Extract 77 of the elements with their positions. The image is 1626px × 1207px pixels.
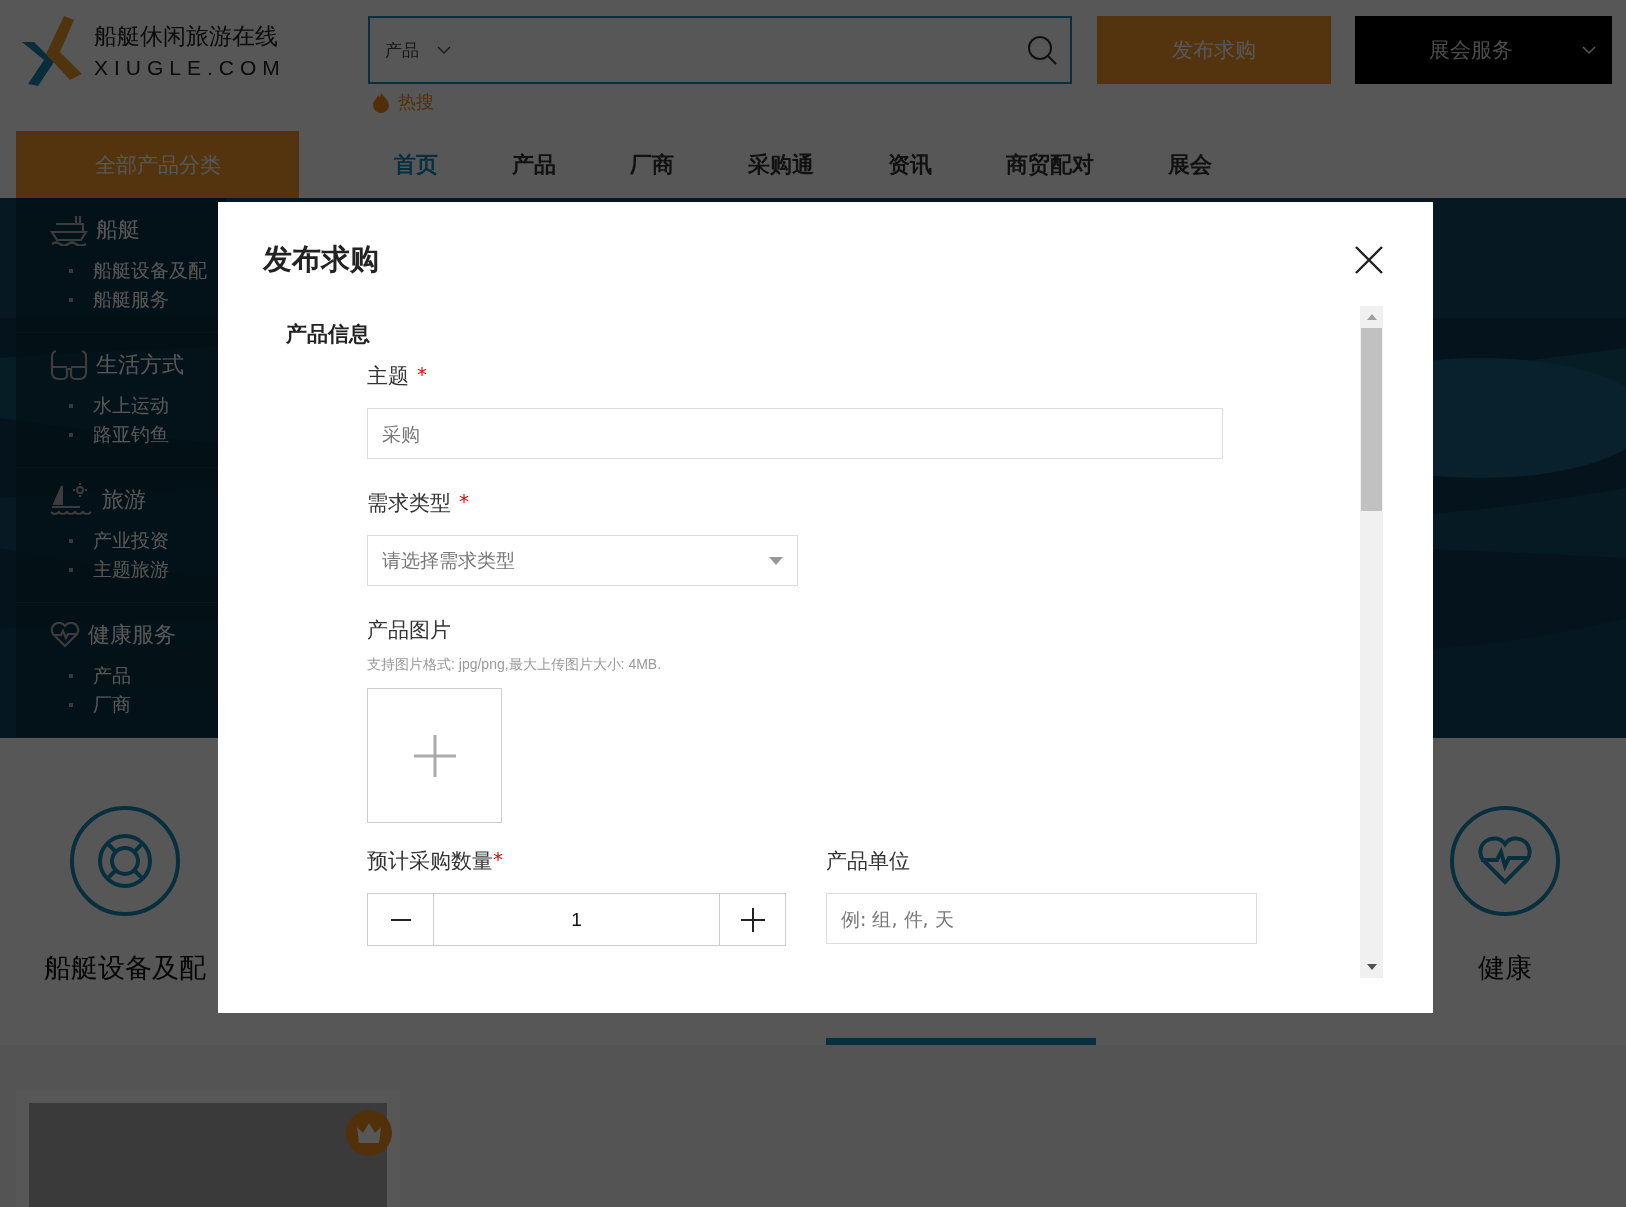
bullet-icon	[69, 673, 73, 678]
lifebuoy-icon	[97, 833, 153, 889]
unit-field[interactable]: 例: 组, 件, 天	[826, 893, 1257, 944]
nav-tab[interactable]: 厂商	[630, 149, 674, 180]
post-request-button[interactable]: 发布求购	[1097, 16, 1331, 84]
bullet-icon	[69, 297, 73, 302]
sidebar-category[interactable]: 旅游	[102, 485, 146, 515]
nav-tab[interactable]: 首页	[394, 149, 438, 180]
nav-tab[interactable]: 资讯	[888, 149, 932, 180]
bullet-icon	[69, 403, 73, 408]
search-category-dropdown[interactable]: 产品	[385, 38, 451, 62]
nav-tab[interactable]: 展会	[1168, 149, 1212, 180]
category-label[interactable]: 船艇设备及配	[44, 950, 206, 986]
category-label[interactable]: 健康	[1478, 950, 1532, 986]
category-icon[interactable]	[1450, 806, 1560, 916]
decrement-button[interactable]	[367, 893, 434, 946]
flame-icon	[372, 91, 390, 113]
boat-icon	[50, 214, 88, 246]
logo-title: 船艇休闲旅游在线	[94, 21, 279, 51]
section-heading: 产品信息	[286, 321, 371, 348]
nav-tab[interactable]: 采购通	[748, 149, 814, 180]
sidebar-item[interactable]: 产品	[93, 662, 131, 689]
plus-icon	[413, 734, 456, 777]
sidebar-item[interactable]: 船艇设备及配	[93, 257, 207, 284]
required-mark: *	[417, 362, 427, 386]
sidebar-category[interactable]: 健康服务	[88, 620, 176, 650]
hot-search-link[interactable]: 热搜	[398, 90, 434, 114]
bullet-icon	[69, 432, 73, 437]
nav-tab[interactable]: 产品	[512, 149, 556, 180]
demand-type-select[interactable]: 请选择需求类型	[367, 535, 798, 586]
expo-services-menu[interactable]: 展会服务	[1355, 16, 1612, 84]
sidebar-item[interactable]: 厂商	[93, 691, 131, 718]
scrollbar-thumb[interactable]	[1361, 328, 1382, 511]
scrollbar-track[interactable]	[1360, 306, 1383, 978]
field-label: 预计采购数量	[367, 848, 493, 875]
scroll-down-icon[interactable]	[1366, 964, 1377, 970]
sidebar-item[interactable]: 水上运动	[93, 392, 169, 419]
quantity-field[interactable]: 1	[434, 893, 719, 946]
nav-tab[interactable]: 商贸配对	[1006, 149, 1094, 180]
bullet-icon	[69, 702, 73, 707]
dialog-title: 发布求购	[263, 241, 379, 278]
field-label: 主题	[367, 363, 409, 390]
plus-icon	[740, 907, 765, 932]
category-icon[interactable]	[70, 806, 180, 916]
heartbeat-icon	[1477, 836, 1533, 886]
required-mark: *	[493, 847, 503, 871]
scroll-up-icon[interactable]	[1366, 314, 1377, 320]
sidebar-category[interactable]: 生活方式	[96, 350, 184, 380]
bullet-icon	[69, 567, 73, 572]
search-field[interactable]: 产品	[368, 16, 1072, 84]
sidebar-category[interactable]: 船艇	[96, 215, 140, 245]
field-label: 产品图片	[367, 617, 451, 644]
sidebar-item[interactable]: 船艇服务	[93, 286, 169, 313]
heart-icon	[50, 622, 80, 648]
chevron-down-icon	[1582, 45, 1596, 55]
logo-subtitle: XIUGLE.COM	[94, 55, 286, 80]
glasses-icon	[50, 349, 88, 381]
close-icon[interactable]	[1355, 246, 1383, 274]
minus-icon	[390, 918, 411, 921]
required-mark: *	[459, 489, 469, 513]
chevron-down-icon	[437, 45, 451, 55]
all-categories-button[interactable]: 全部产品分类	[16, 131, 299, 198]
field-label: 产品单位	[826, 848, 910, 875]
bullet-icon	[69, 268, 73, 273]
caret-down-icon	[769, 556, 783, 565]
image-upload-button[interactable]	[367, 688, 502, 823]
sailboat-icon	[50, 482, 94, 518]
field-label: 需求类型	[367, 490, 451, 517]
search-icon[interactable]	[1026, 34, 1058, 66]
subject-field[interactable]: 采购	[367, 408, 1223, 459]
sidebar-item[interactable]: 路亚钓鱼	[93, 421, 169, 448]
upload-hint: 支持图片格式: jpg/png,最大上传图片大小: 4MB.	[367, 656, 663, 674]
bullet-icon	[69, 538, 73, 543]
sidebar-item[interactable]: 产业投资	[93, 527, 169, 554]
sidebar-item[interactable]: 主题旅游	[93, 556, 169, 583]
crown-badge-icon	[346, 1110, 392, 1156]
increment-button[interactable]	[719, 893, 786, 946]
